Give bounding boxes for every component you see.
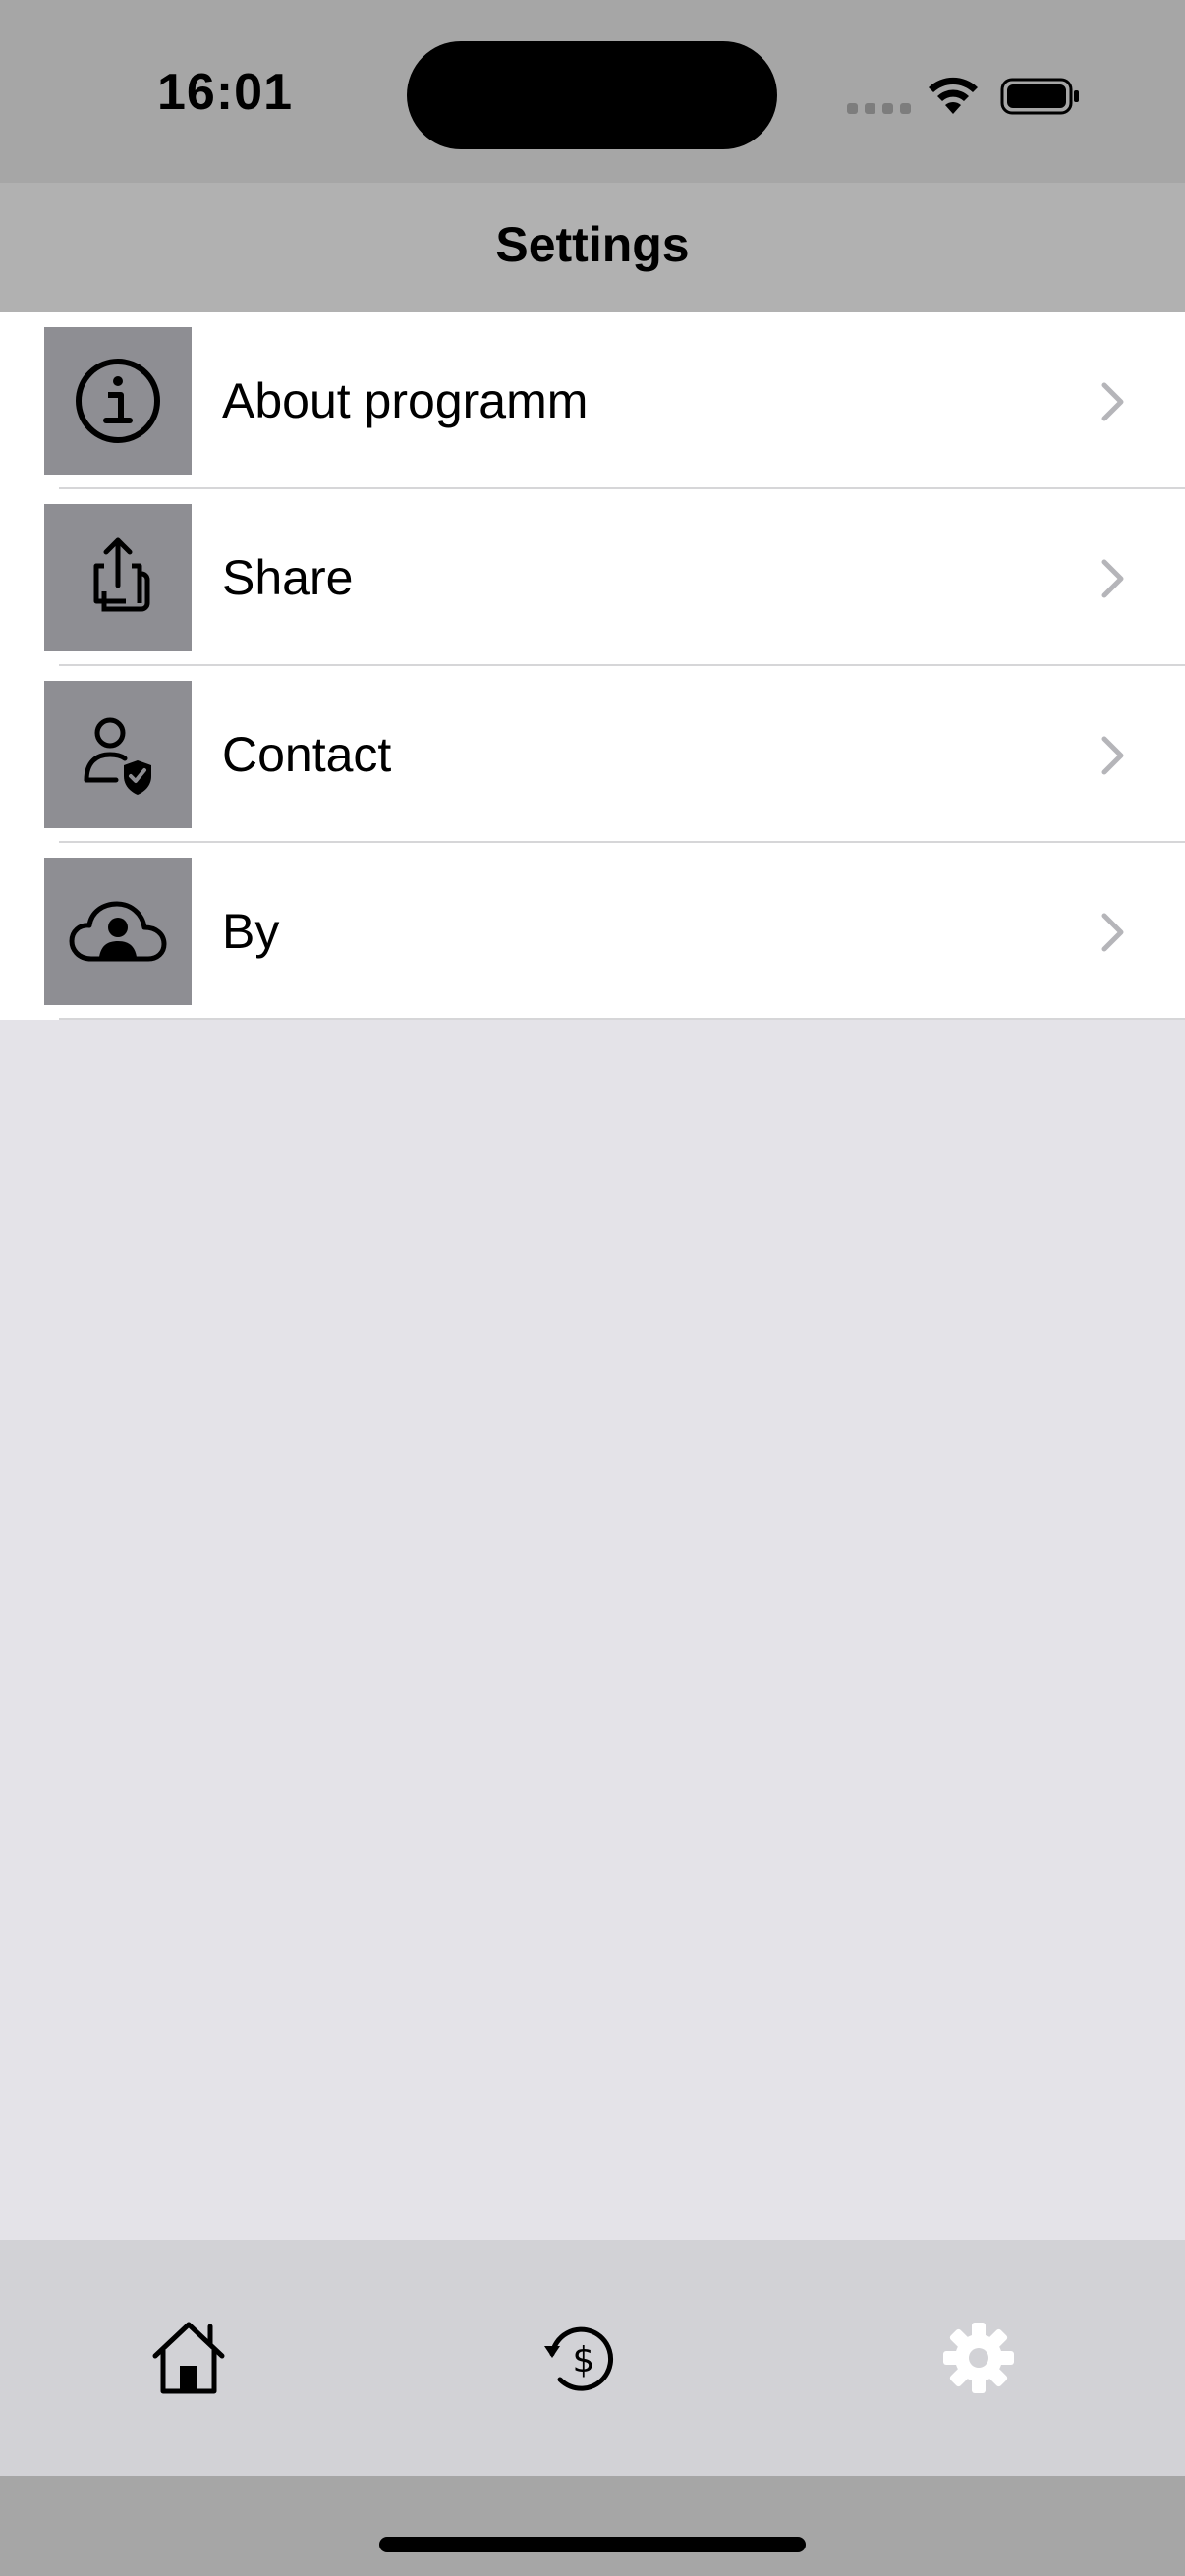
chevron-right-icon [1101,736,1124,775]
settings-row-label: Contact [222,727,392,782]
by-icon-tile [44,858,192,1005]
about-icon-tile [44,327,192,475]
settings-row-label: About programm [222,373,589,428]
home-indicator[interactable] [379,2537,806,2552]
chevron-right-icon [1101,382,1124,421]
settings-row-contact[interactable]: Contact [0,666,1185,843]
status-time: 16:01 [157,64,293,121]
settings-row-about[interactable]: About programm [0,312,1185,489]
wifi-icon [929,77,978,114]
dynamic-island [407,41,777,149]
cloud-person-icon [69,901,167,962]
cellular-signal-icon [847,103,911,114]
share-icon-tile [44,504,192,651]
chevron-right-icon [1101,559,1124,598]
currency-history-icon[interactable]: $ [542,2319,621,2397]
settings-row-label: Share [222,550,354,605]
share-icon [93,537,150,612]
page-title: Settings [495,217,690,272]
settings-row-share[interactable]: Share [0,489,1185,666]
row-divider [59,1018,1185,1020]
contact-icon-tile [44,681,192,828]
info-circle-icon [76,359,160,443]
svg-text:$: $ [573,2340,595,2380]
settings-list: About programm Share Contact By [0,312,1185,1020]
chevron-right-icon [1101,913,1124,952]
battery-icon [1000,78,1079,115]
home-icon[interactable] [149,2319,228,2397]
home-indicator-area [0,2476,1185,2576]
settings-row-by[interactable]: By [0,843,1185,1020]
person-shield-icon [84,717,151,795]
settings-row-label: By [222,904,280,959]
gear-icon[interactable] [939,2319,1018,2397]
